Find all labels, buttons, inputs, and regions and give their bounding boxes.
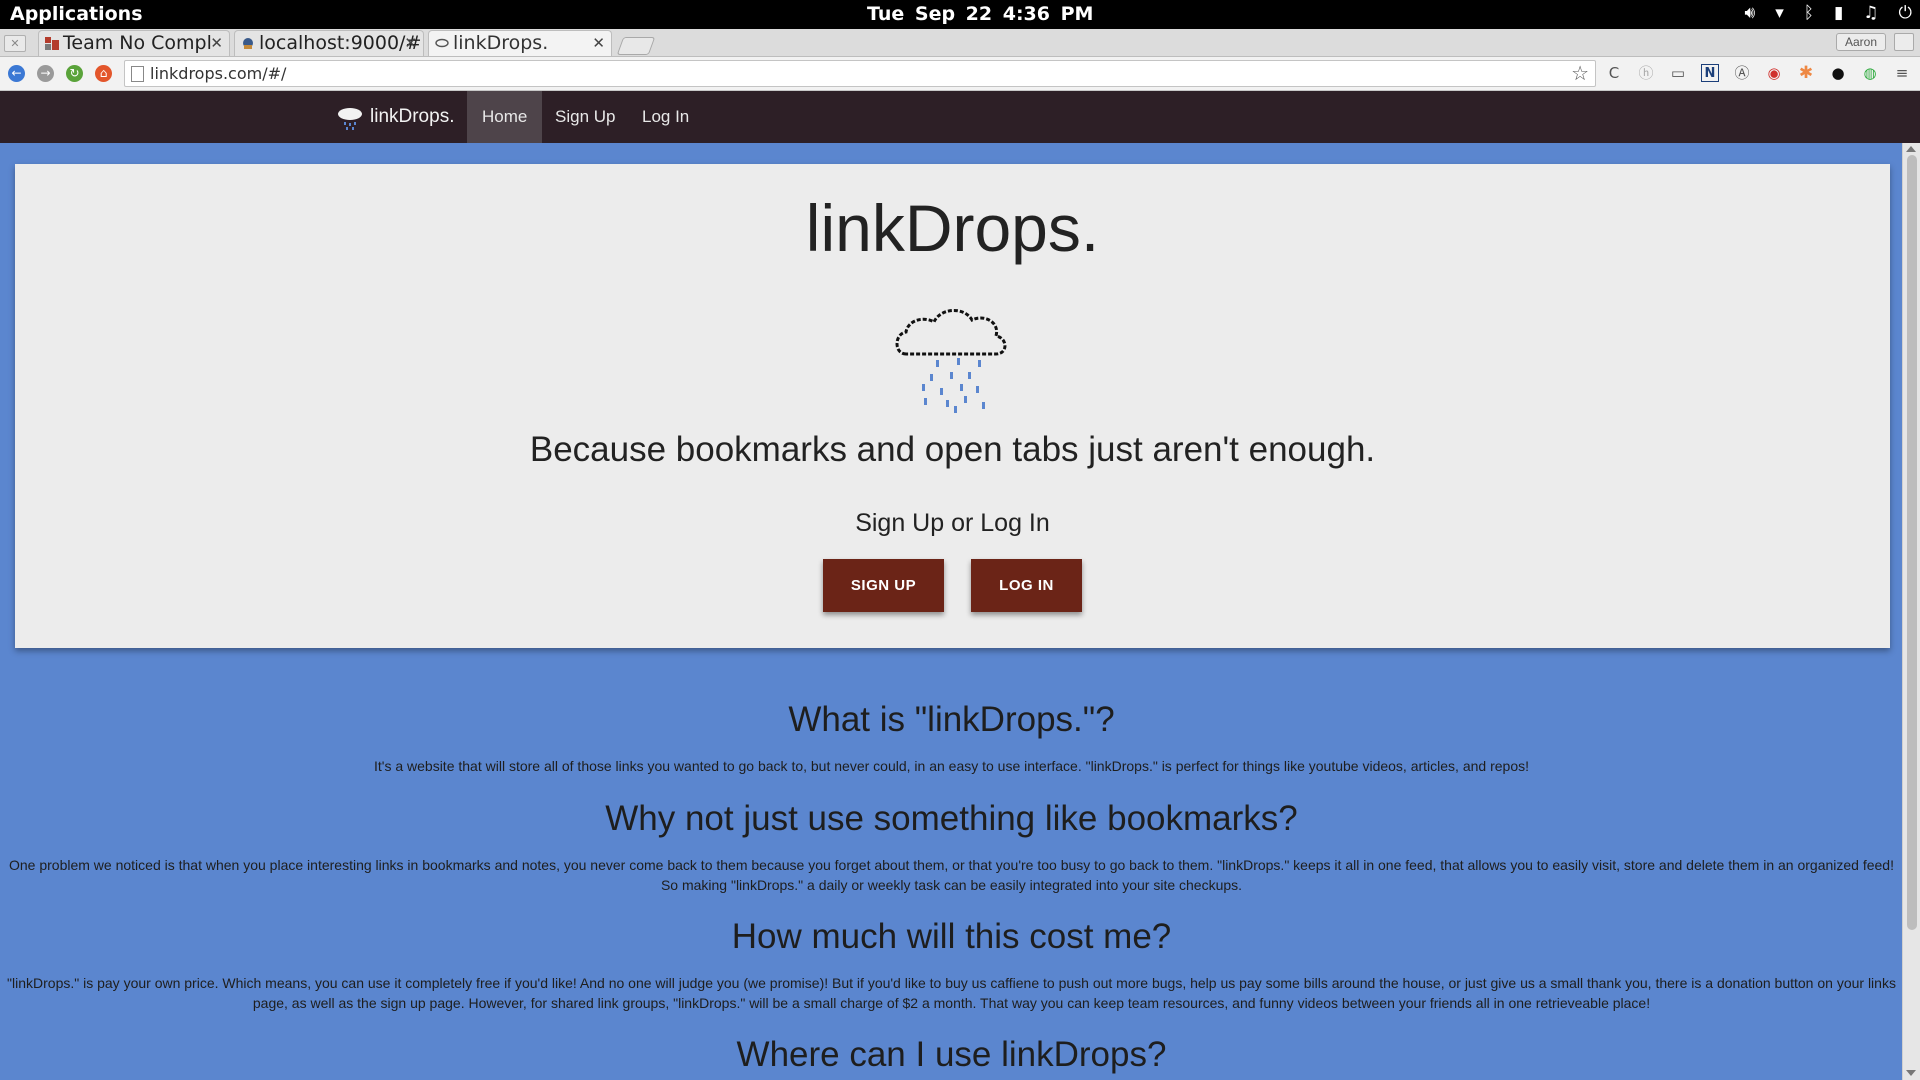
github-icon[interactable]: ●: [1829, 64, 1847, 82]
bookmark-star-icon[interactable]: ☆: [1571, 61, 1589, 86]
extension-a-icon[interactable]: Ⓐ: [1733, 64, 1751, 82]
wifi-icon[interactable]: ▾: [1775, 3, 1784, 23]
page-icon: [131, 66, 144, 82]
cloud-favicon-icon: [435, 38, 449, 48]
home-icon[interactable]: ⌂: [95, 65, 112, 82]
section-heading-cost: How much will this cost me?: [731, 917, 1172, 956]
browser-tab-strip: ✕ Team No Compl ✕ localhost:9000/# ✕ lin…: [0, 29, 1920, 57]
cast-icon[interactable]: ▭: [1669, 64, 1687, 82]
nav-log-in[interactable]: Log In: [627, 91, 704, 143]
extension-color-icon[interactable]: ✱: [1797, 64, 1815, 82]
sign-up-button[interactable]: SIGN UP: [823, 559, 944, 612]
notification-bell-icon[interactable]: ♫: [1863, 3, 1878, 23]
extension-c-icon[interactable]: C: [1605, 64, 1623, 82]
bluetooth-icon[interactable]: ᛒ: [1804, 3, 1814, 23]
section-heading-what: What is "linkDrops."?: [788, 700, 1115, 739]
battery-icon[interactable]: ▮: [1834, 3, 1843, 23]
address-bar[interactable]: linkdrops.com/#/ ☆: [124, 60, 1596, 87]
back-arrow-icon[interactable]: ←: [8, 65, 25, 82]
new-tab-button[interactable]: [616, 37, 656, 55]
browser-tab-localhost[interactable]: localhost:9000/# ✕: [234, 30, 424, 56]
window-restore-button[interactable]: [1894, 33, 1914, 51]
section-body-cost: "linkDrops." is pay your own price. Whic…: [7, 975, 1896, 1011]
window-close-button[interactable]: ✕: [4, 35, 26, 52]
power-icon[interactable]: ⏻: [1899, 3, 1912, 23]
hero-title: linkDrops.: [805, 191, 1100, 265]
hero-cta-text: Sign Up or Log In: [855, 509, 1050, 537]
reload-icon[interactable]: ↻: [66, 65, 83, 82]
extension-record-icon[interactable]: ◉: [1765, 64, 1783, 82]
log-in-button[interactable]: LOG IN: [971, 559, 1082, 612]
trello-favicon-icon: [45, 37, 59, 50]
browser-tab-team[interactable]: Team No Compl ✕: [38, 30, 230, 56]
site-navbar: linkDrops. Home Sign Up Log In: [0, 91, 1920, 143]
nav-sign-up[interactable]: Sign Up: [540, 91, 630, 143]
profile-button[interactable]: Aaron: [1836, 33, 1886, 51]
localhost-favicon-icon: [243, 38, 253, 49]
tab-label: localhost:9000/#: [259, 32, 422, 54]
cloud-logo-icon: [338, 108, 362, 130]
site-brand[interactable]: linkDrops.: [336, 91, 454, 143]
site-brand-label: linkDrops.: [370, 106, 455, 127]
section-body-what: It's a website that will store all of th…: [374, 758, 1529, 774]
system-clock[interactable]: Tue Sep 22 4:36 PM: [867, 3, 1093, 25]
browser-menu-icon[interactable]: ≡: [1893, 64, 1911, 82]
forward-arrow-icon[interactable]: →: [37, 65, 54, 82]
tab-label: Team No Compl: [63, 32, 212, 54]
hero-card: linkDrops. Because bookmarks and open ta…: [15, 164, 1890, 648]
nav-home[interactable]: Home: [467, 91, 543, 143]
extension-h-icon[interactable]: ⓗ: [1637, 64, 1655, 82]
hero-tagline: Because bookmarks and open tabs just are…: [529, 430, 1376, 469]
tab-close-icon[interactable]: ✕: [404, 31, 417, 55]
applications-menu[interactable]: Applications: [10, 3, 143, 25]
system-tray: 🔊︎ ▾ ᛒ ▮ ♫ ⏻: [1744, 3, 1912, 23]
extension-green-icon[interactable]: ◍: [1861, 64, 1879, 82]
section-heading-where: Where can I use linkDrops?: [736, 1035, 1167, 1074]
scroll-down-arrow-icon[interactable]: [1906, 1070, 1916, 1076]
volume-icon[interactable]: 🔊︎: [1744, 3, 1755, 23]
address-url[interactable]: linkdrops.com/#/: [150, 64, 286, 83]
rain-cloud-icon: [895, 309, 1007, 413]
section-heading-why: Why not just use something like bookmark…: [605, 799, 1298, 838]
tab-close-icon[interactable]: ✕: [210, 31, 223, 55]
browser-tab-linkdrops[interactable]: linkDrops. ✕: [428, 30, 612, 56]
scrollbar-thumb[interactable]: [1907, 155, 1917, 930]
scroll-up-arrow-icon[interactable]: [1906, 146, 1916, 152]
section-body-why: One problem we noticed is that when you …: [8, 857, 1894, 893]
system-top-bar: Applications Tue Sep 22 4:36 PM 🔊︎ ▾ ᛒ ▮…: [0, 0, 1920, 29]
extension-n-icon[interactable]: N: [1701, 64, 1719, 82]
browser-toolbar: ← → ↻ ⌂ linkdrops.com/#/ ☆ C ⓗ ▭ N Ⓐ ◉ ✱…: [0, 57, 1920, 91]
tab-label: linkDrops.: [453, 32, 549, 54]
tab-close-icon[interactable]: ✕: [592, 31, 605, 55]
